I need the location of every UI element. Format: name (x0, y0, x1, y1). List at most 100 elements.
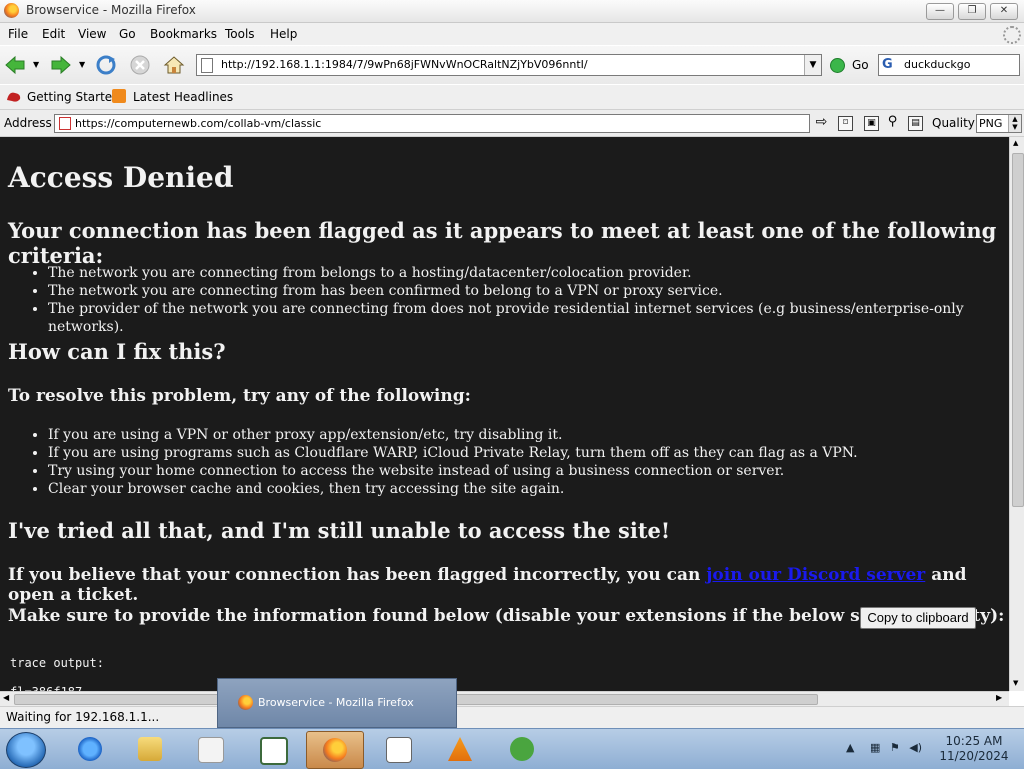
clock-time: 10:25 AM (945, 734, 1003, 748)
menu-file[interactable]: File (8, 27, 28, 41)
menu-tools[interactable]: Tools (225, 27, 255, 41)
stop-icon[interactable] (129, 54, 151, 76)
menu-help[interactable]: Help (270, 27, 297, 41)
bookmarks-toolbar: Getting Started Latest Headlines (0, 85, 1024, 110)
volume-icon[interactable]: ◀) (909, 741, 922, 754)
taskbar-notepad[interactable] (370, 731, 426, 767)
clipboard-icon[interactable]: ▤ (908, 116, 923, 131)
home-icon[interactable] (163, 54, 185, 76)
ticket-paragraph: If you believe that your connection has … (8, 565, 1009, 605)
trace-line: fl=386f187 (10, 678, 104, 691)
quality-spinner-icon[interactable]: ▲ ▼ (1008, 115, 1021, 132)
taskbar-vlc[interactable] (432, 731, 488, 767)
trace-output: trace output: fl=386f187 (10, 649, 104, 691)
utorrent-icon (510, 737, 534, 761)
menu-view[interactable]: View (78, 27, 106, 41)
quality-select[interactable]: PNG ▲ ▼ (976, 114, 1022, 133)
minimize-button[interactable]: — (926, 3, 954, 20)
insecure-page-icon (59, 117, 71, 130)
scroll-right-icon[interactable]: ▶ (996, 693, 1002, 702)
search-value: duckduckgo (904, 58, 971, 71)
forward-arrow-icon[interactable] (50, 54, 72, 76)
address-input[interactable]: https://computernewb.com/collab-vm/class… (54, 114, 810, 133)
menu-go[interactable]: Go (119, 27, 136, 41)
quality-label: Quality (932, 116, 975, 130)
maximize-button[interactable]: ❐ (958, 3, 986, 20)
taskbar-firefox[interactable] (306, 731, 364, 769)
list-item: Clear your browser cache and cookies, th… (48, 480, 858, 498)
firefox-icon (323, 738, 347, 762)
discord-link[interactable]: join our Discord server (706, 565, 925, 585)
document-icon (386, 737, 412, 763)
scroll-down-icon[interactable]: ▼ (1013, 679, 1018, 687)
bookmark-icon[interactable]: ⌑ (838, 116, 853, 131)
trace-line: trace output: (10, 656, 104, 670)
provide-info-paragraph: Make sure to provide the information fou… (8, 606, 1005, 626)
menu-edit[interactable]: Edit (42, 27, 65, 41)
navigation-toolbar: ▼ ▼ http://192.168.1.1:1984/7/9wPn68jFWN… (0, 46, 1024, 84)
address-value: https://computernewb.com/collab-vm/class… (75, 117, 322, 130)
copy-to-clipboard-button[interactable]: Copy to clipboard (860, 607, 976, 629)
reload-icon[interactable] (95, 54, 117, 76)
save-icon[interactable]: ▣ (864, 116, 879, 131)
horizontal-scrollbar[interactable]: ◀ ▶ (0, 691, 1009, 706)
system-tray: ▲ ▦ ⚑ ◀) (846, 741, 922, 754)
bookmark-getting-started[interactable]: Getting Started (27, 90, 120, 104)
start-button[interactable] (6, 732, 46, 768)
address-toolbar: Address https://computernewb.com/collab-… (0, 110, 1024, 137)
go-button[interactable]: Go (852, 58, 869, 72)
criteria-list: The network you are connecting from belo… (8, 264, 1009, 336)
internet-explorer-icon (78, 737, 102, 761)
vertical-scrollbar[interactable]: ▲ ▼ (1009, 137, 1024, 691)
back-arrow-icon[interactable] (4, 54, 26, 76)
url-text: http://192.168.1.1:1984/7/9wPn68jFWNvWnO… (221, 58, 588, 71)
list-item: The network you are connecting from has … (48, 282, 1009, 300)
menu-bookmarks[interactable]: Bookmarks (150, 27, 217, 41)
folder-icon (138, 737, 162, 761)
tray-expand-icon[interactable]: ▲ (846, 741, 854, 754)
list-item: If you are using a VPN or other proxy ap… (48, 426, 858, 444)
address-label: Address (4, 116, 52, 130)
search-box[interactable]: G duckduckgo (878, 54, 1020, 76)
list-item: The network you are connecting from belo… (48, 264, 1009, 282)
list-item: Try using your home connection to access… (48, 462, 858, 480)
scroll-left-icon[interactable]: ◀ (3, 693, 9, 702)
menu-bar: File Edit View Go Bookmarks Tools Help (0, 23, 1024, 45)
go-arrow-icon[interactable] (830, 58, 845, 73)
taskbar-explorer[interactable] (122, 731, 178, 767)
close-button[interactable]: ✕ (990, 3, 1018, 20)
list-item: The provider of the network you are conn… (48, 300, 1009, 336)
page-content: Access Denied Your connection has been f… (0, 137, 1009, 691)
forward-history-dropdown-icon[interactable]: ▼ (79, 60, 85, 69)
firefox-icon (4, 3, 19, 18)
vertical-scroll-thumb[interactable] (1012, 153, 1024, 507)
firefox-icon (238, 695, 253, 710)
url-history-dropdown-icon[interactable]: ▼ (804, 55, 821, 75)
go-forward-arrow-icon[interactable]: ⇨ (815, 115, 828, 129)
window-title-bar[interactable]: Browservice - Mozilla Firefox — ❐ ✕ (0, 0, 1024, 23)
network-icon[interactable]: ▦ (870, 741, 880, 754)
taskbar-internet-explorer[interactable] (62, 731, 118, 767)
system-clock[interactable]: 10:25 AM 11/20/2024 (936, 734, 1012, 764)
page-icon (201, 58, 213, 73)
taskbar-utorrent[interactable] (494, 731, 550, 767)
taskbar-window-app[interactable] (244, 731, 300, 767)
vlc-cone-icon (448, 737, 472, 761)
search-engine-icon[interactable]: G (882, 57, 893, 72)
bookmark-latest-headlines[interactable]: Latest Headlines (133, 90, 233, 104)
taskbar-media-player[interactable] (182, 731, 238, 767)
resolve-heading: To resolve this problem, try any of the … (8, 386, 471, 406)
clock-date: 11/20/2024 (939, 749, 1009, 763)
page-title: Access Denied (8, 161, 234, 194)
action-center-flag-icon[interactable]: ⚑ (890, 741, 900, 754)
url-bar[interactable]: http://192.168.1.1:1984/7/9wPn68jFWNvWnO… (196, 54, 822, 76)
back-history-dropdown-icon[interactable]: ▼ (33, 60, 39, 69)
status-bar: Waiting for 192.168.1.1... (0, 706, 1024, 728)
media-player-icon (198, 737, 224, 763)
fixes-list: If you are using a VPN or other proxy ap… (8, 426, 858, 498)
throbber-icon (1003, 26, 1021, 44)
window-app-icon (260, 737, 288, 765)
taskbar-thumbnail-preview[interactable]: Browservice - Mozilla Firefox (217, 678, 457, 728)
scroll-up-icon[interactable]: ▲ (1013, 139, 1018, 147)
find-icon[interactable]: ⚲ (886, 115, 899, 129)
